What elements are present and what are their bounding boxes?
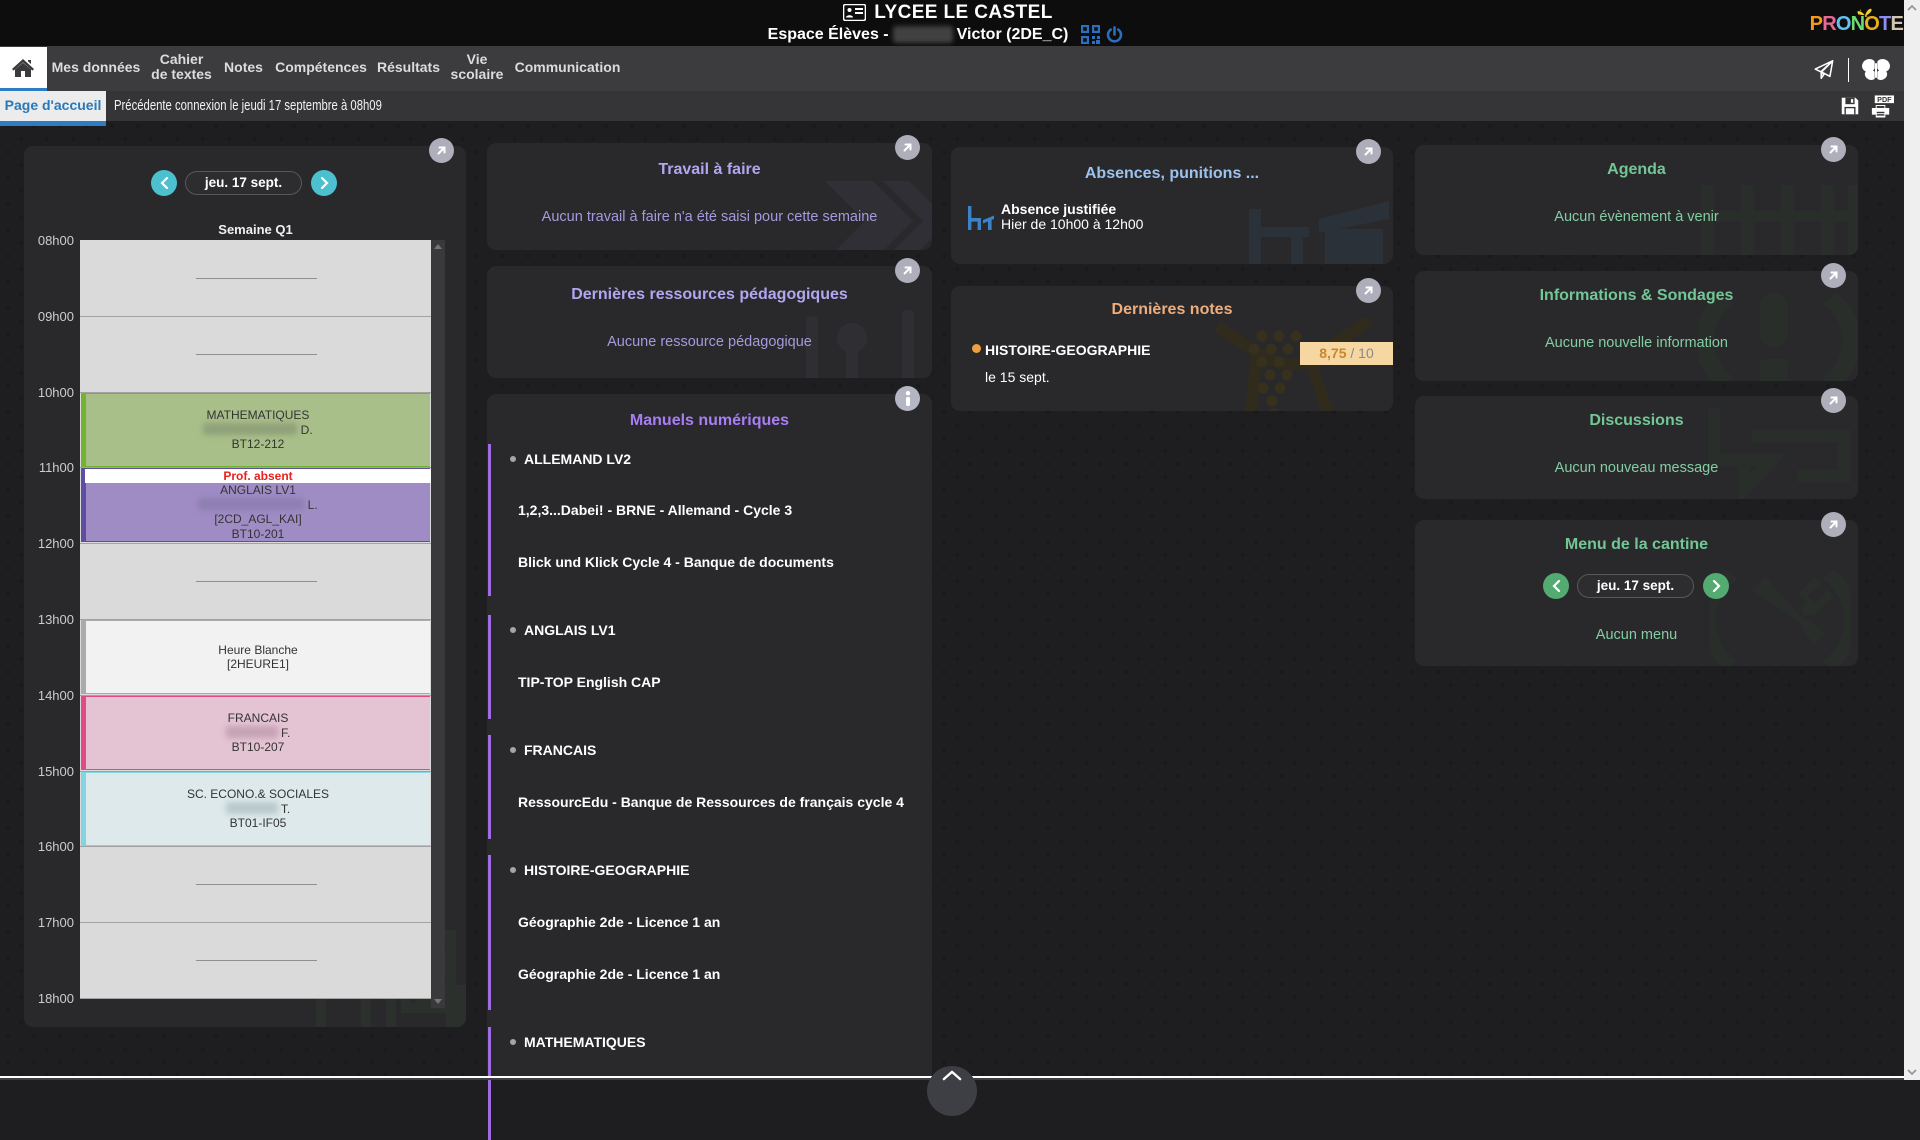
- svg-text:PDF: PDF: [1877, 95, 1892, 104]
